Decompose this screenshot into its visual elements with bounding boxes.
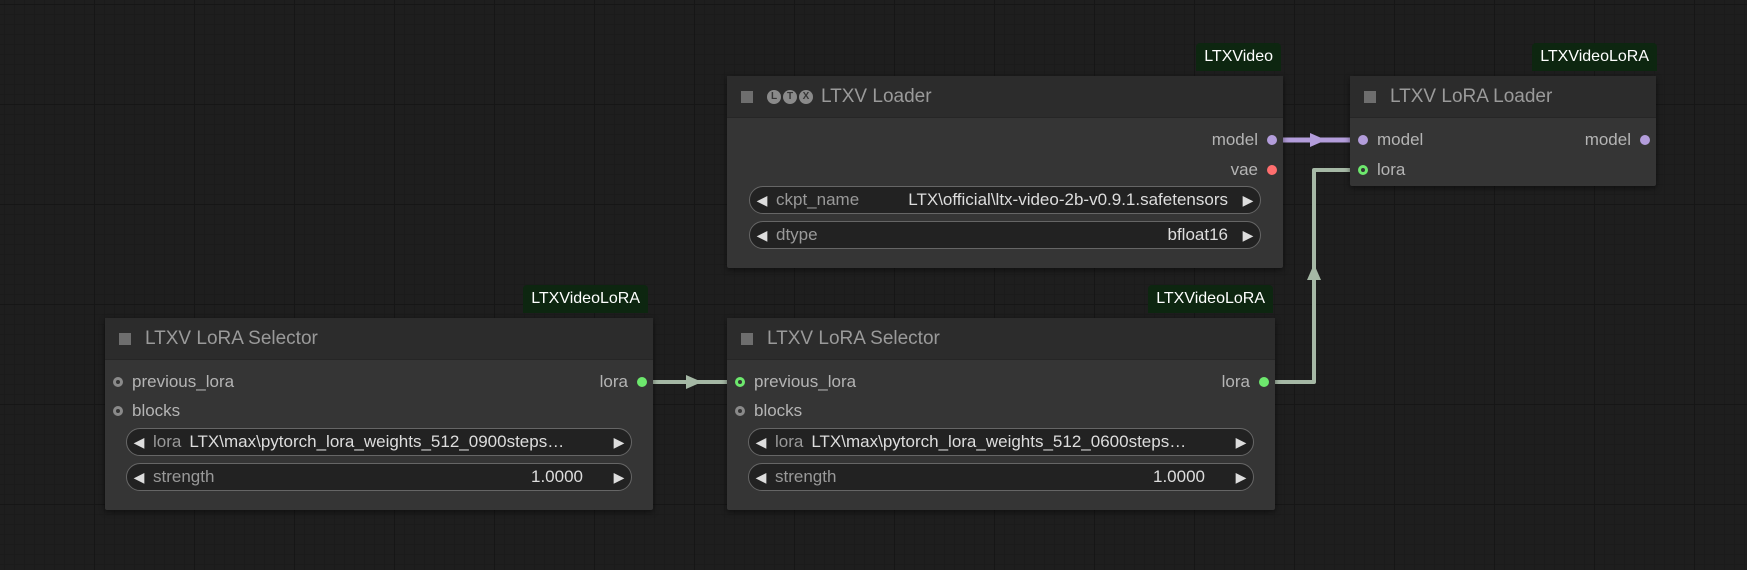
wire-model-arrow bbox=[1310, 133, 1326, 147]
strength-number[interactable]: ◀ strength 1.0000 ▶ bbox=[126, 463, 632, 491]
increment-arrow-icon[interactable]: ▶ bbox=[1229, 434, 1253, 451]
output-lora[interactable]: lora bbox=[1222, 370, 1269, 394]
widget-value: 1.0000 bbox=[1153, 467, 1205, 486]
wire-lora-left-arrow bbox=[686, 375, 702, 389]
slot-label: vae bbox=[1230, 160, 1258, 179]
input-previous-lora[interactable]: previous_lora bbox=[735, 370, 856, 394]
increment-arrow-icon[interactable]: ▶ bbox=[1236, 227, 1260, 244]
output-model[interactable]: model bbox=[1212, 128, 1277, 152]
ltxv-loader-node[interactable]: L T X LTXV Loader model vae ◀ ckpt_name … bbox=[727, 76, 1283, 268]
wire-lora-right-arrow bbox=[1307, 264, 1321, 280]
widget-value: bfloat16 bbox=[1167, 225, 1229, 244]
input-model[interactable]: model bbox=[1358, 128, 1423, 152]
node-header[interactable]: LTXV LoRA Selector bbox=[105, 318, 653, 360]
logo-letter: L bbox=[767, 89, 781, 104]
slot-label: previous_lora bbox=[754, 372, 857, 391]
ckpt-name-combo[interactable]: ◀ ckpt_name LTX\official\ltx-video-2b-v0… bbox=[749, 186, 1261, 214]
model-slot-dot[interactable] bbox=[1358, 135, 1368, 145]
collapse-toggle[interactable] bbox=[741, 332, 753, 345]
input-lora[interactable]: lora bbox=[1358, 158, 1405, 182]
ltx-logo-icon: L T X bbox=[767, 89, 813, 104]
lora-combo[interactable]: ◀ lora LTX\max\pytorch_lora_weights_512_… bbox=[748, 428, 1254, 456]
vae-slot-dot[interactable] bbox=[1267, 165, 1277, 175]
lora-combo[interactable]: ◀ lora LTX\max\pytorch_lora_weights_512_… bbox=[126, 428, 632, 456]
decrement-arrow-icon[interactable]: ◀ bbox=[127, 469, 151, 486]
input-blocks[interactable]: blocks bbox=[735, 399, 802, 423]
lora-slot-dot[interactable] bbox=[113, 377, 123, 387]
selector-mid-badge: LTXVideoLoRA bbox=[1148, 285, 1273, 313]
widget-name: strength bbox=[775, 467, 837, 486]
loader-badge: LTXVideo bbox=[1196, 43, 1281, 71]
slot-label: lora bbox=[1221, 372, 1250, 391]
node-header[interactable]: LTXV LoRA Selector bbox=[727, 318, 1275, 360]
slot-label: lora bbox=[599, 372, 628, 391]
widget-value: 1.0000 bbox=[531, 467, 583, 486]
collapse-toggle[interactable] bbox=[741, 90, 753, 103]
model-slot-dot[interactable] bbox=[1267, 135, 1277, 145]
decrement-arrow-icon[interactable]: ◀ bbox=[749, 434, 773, 451]
widget-value: LTX\max\pytorch_lora_weights_512_0900ste… bbox=[189, 432, 565, 451]
increment-arrow-icon[interactable]: ▶ bbox=[607, 434, 631, 451]
selector-left-badge: LTXVideoLoRA bbox=[523, 285, 648, 313]
node-header[interactable]: LTXV LoRA Loader bbox=[1350, 76, 1656, 118]
input-blocks[interactable]: blocks bbox=[113, 399, 180, 423]
slot-label: previous_lora bbox=[132, 372, 235, 391]
output-model[interactable]: model bbox=[1585, 128, 1650, 152]
collapse-toggle[interactable] bbox=[119, 332, 131, 345]
slot-label: model bbox=[1377, 130, 1424, 149]
slot-label: model bbox=[1584, 130, 1631, 149]
node-title: LTXV Loader bbox=[821, 85, 932, 107]
increment-arrow-icon[interactable]: ▶ bbox=[1229, 469, 1253, 486]
widget-name: lora bbox=[775, 432, 804, 451]
increment-arrow-icon[interactable]: ▶ bbox=[1236, 192, 1260, 209]
node-title: LTXV LoRA Loader bbox=[1390, 85, 1553, 107]
node-header[interactable]: L T X LTXV Loader bbox=[727, 76, 1283, 118]
lora-slot-dot[interactable] bbox=[1358, 165, 1368, 175]
input-previous-lora[interactable]: previous_lora bbox=[113, 370, 234, 394]
widget-value: LTX\official\ltx-video-2b-v0.9.1.safeten… bbox=[908, 190, 1228, 209]
decrement-arrow-icon[interactable]: ◀ bbox=[127, 434, 151, 451]
lora-slot-dot[interactable] bbox=[637, 377, 647, 387]
logo-letter: T bbox=[783, 89, 797, 104]
decrement-arrow-icon[interactable]: ◀ bbox=[749, 469, 773, 486]
blocks-slot-dot[interactable] bbox=[735, 406, 745, 416]
strength-number[interactable]: ◀ strength 1.0000 ▶ bbox=[748, 463, 1254, 491]
widget-name: ckpt_name bbox=[776, 190, 860, 209]
output-lora[interactable]: lora bbox=[600, 370, 647, 394]
widget-name: strength bbox=[153, 467, 215, 486]
lora-loader-badge: LTXVideoLoRA bbox=[1532, 43, 1657, 71]
slot-label: blocks bbox=[132, 401, 181, 420]
dtype-combo[interactable]: ◀ dtype bfloat16 ▶ bbox=[749, 221, 1261, 249]
logo-letter: X bbox=[799, 89, 813, 104]
lora-slot-dot[interactable] bbox=[1259, 377, 1269, 387]
decrement-arrow-icon[interactable]: ◀ bbox=[750, 192, 774, 209]
slot-label: blocks bbox=[754, 401, 803, 420]
increment-arrow-icon[interactable]: ▶ bbox=[607, 469, 631, 486]
ltxv-lora-selector-node[interactable]: LTXV LoRA Selector previous_lora blocks … bbox=[105, 318, 653, 510]
lora-slot-dot[interactable] bbox=[735, 377, 745, 387]
slot-label: lora bbox=[1377, 160, 1406, 179]
widget-name: lora bbox=[153, 432, 182, 451]
blocks-slot-dot[interactable] bbox=[113, 406, 123, 416]
widget-name: dtype bbox=[776, 225, 818, 244]
ltxv-lora-loader-node[interactable]: LTXV LoRA Loader model lora model bbox=[1350, 76, 1656, 186]
node-title: LTXV LoRA Selector bbox=[767, 327, 940, 349]
output-vae[interactable]: vae bbox=[1231, 158, 1277, 182]
model-slot-dot[interactable] bbox=[1640, 135, 1650, 145]
node-title: LTXV LoRA Selector bbox=[145, 327, 318, 349]
widget-value: LTX\max\pytorch_lora_weights_512_0600ste… bbox=[811, 432, 1187, 451]
collapse-toggle[interactable] bbox=[1364, 90, 1376, 103]
slot-label: model bbox=[1211, 130, 1258, 149]
decrement-arrow-icon[interactable]: ◀ bbox=[750, 227, 774, 244]
ltxv-lora-selector-node[interactable]: LTXV LoRA Selector previous_lora blocks … bbox=[727, 318, 1275, 510]
